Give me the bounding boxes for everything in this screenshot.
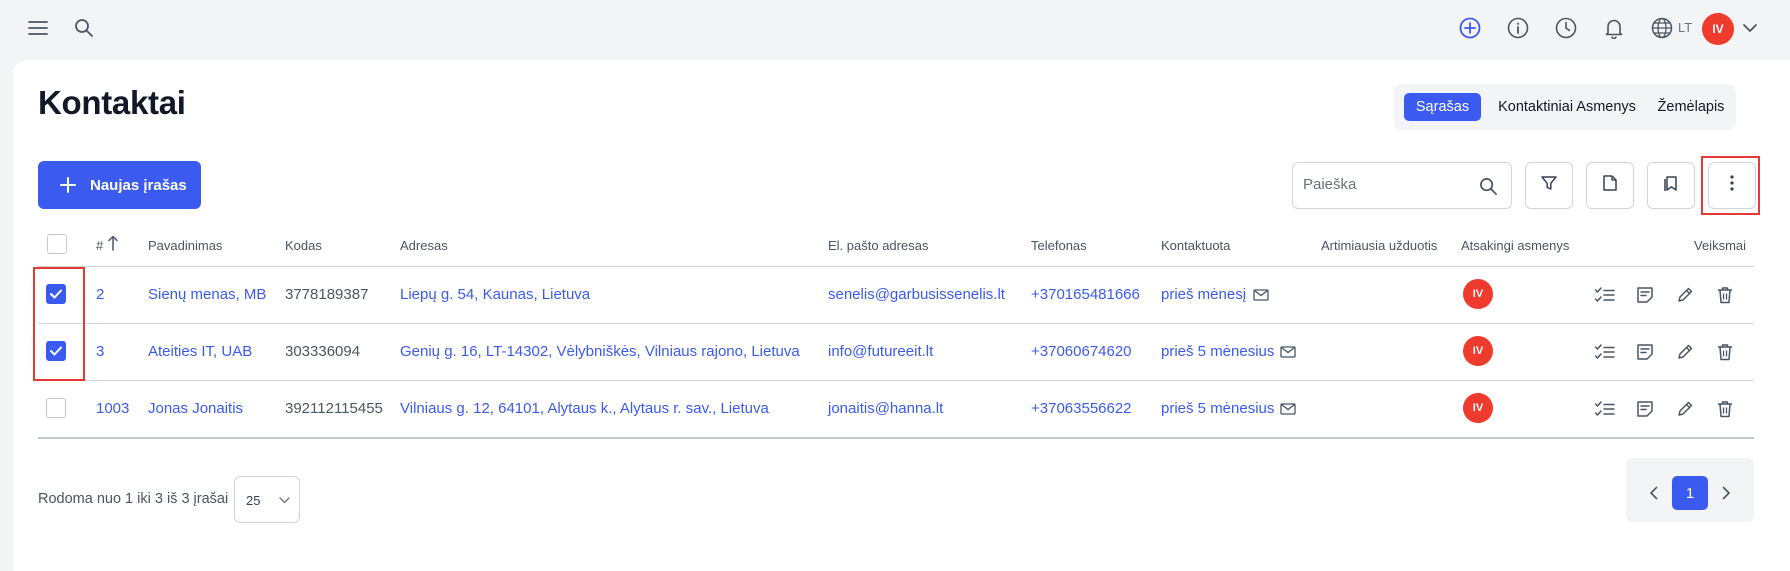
mail-icon xyxy=(1279,344,1297,360)
page-button-current[interactable]: 1 xyxy=(1672,476,1708,510)
bell-icon[interactable] xyxy=(1602,16,1626,40)
row-phone[interactable]: +37063556622 xyxy=(1031,400,1132,417)
edit-icon[interactable] xyxy=(1674,398,1696,420)
menu-icon[interactable] xyxy=(26,16,50,40)
document-icon xyxy=(1602,174,1618,197)
owner-avatar[interactable]: IV xyxy=(1463,336,1493,366)
tab-zemelapis[interactable]: Žemėlapis xyxy=(1655,93,1727,121)
row-email[interactable]: senelis@garbusissenelis.lt xyxy=(828,286,1005,303)
row-name[interactable]: Ateities IT, UAB xyxy=(148,343,252,360)
row-id[interactable]: 2 xyxy=(96,286,104,303)
delete-icon[interactable] xyxy=(1714,398,1736,420)
sort-ascending-icon[interactable] xyxy=(107,234,119,252)
row-phone[interactable]: +370165481666 xyxy=(1031,286,1140,303)
owner-avatar[interactable]: IV xyxy=(1463,279,1493,309)
column-header-next-task[interactable]: Artimiausia užduotis xyxy=(1321,238,1437,253)
chevron-down-icon xyxy=(277,493,291,507)
per-page-value: 25 xyxy=(246,493,261,508)
tab-kontaktiniai-asmenys[interactable]: Kontaktiniai Asmenys xyxy=(1487,93,1647,121)
per-page-select[interactable]: 25 xyxy=(234,476,300,523)
new-record-button[interactable]: Naujas įrašas xyxy=(38,161,201,209)
note-icon[interactable] xyxy=(1634,341,1656,363)
select-all-checkbox[interactable] xyxy=(47,234,67,254)
row-id[interactable]: 1003 xyxy=(96,400,129,417)
bookmark-button[interactable] xyxy=(1647,162,1695,209)
edit-icon[interactable] xyxy=(1674,341,1696,363)
row-address[interactable]: Genių g. 16, LT-14302, Vėlybniškės, Viln… xyxy=(400,343,800,360)
language-label[interactable]: LT xyxy=(1678,20,1692,35)
search-field[interactable] xyxy=(1292,162,1512,209)
tasks-icon[interactable] xyxy=(1594,284,1616,306)
row-phone[interactable]: +37060674620 xyxy=(1031,343,1132,360)
row-email[interactable]: jonaitis@hanna.lt xyxy=(828,400,943,417)
pagination-summary: Rodoma nuo 1 iki 3 iš 3 įrašai xyxy=(38,491,229,507)
column-header-phone[interactable]: Telefonas xyxy=(1031,238,1087,253)
highlight-more-button xyxy=(1701,156,1760,215)
row-id[interactable]: 3 xyxy=(96,343,104,360)
column-header-id[interactable]: # xyxy=(96,238,103,253)
row-checkbox[interactable] xyxy=(46,398,66,418)
column-header-owners[interactable]: Atsakingi asmenys xyxy=(1461,238,1569,253)
note-icon[interactable] xyxy=(1634,284,1656,306)
tasks-icon[interactable] xyxy=(1594,398,1616,420)
column-header-email[interactable]: El. pašto adresas xyxy=(828,238,928,253)
user-avatar[interactable]: IV xyxy=(1702,13,1734,45)
info-icon[interactable] xyxy=(1506,16,1530,40)
mail-icon xyxy=(1252,287,1270,303)
owner-avatar[interactable]: IV xyxy=(1463,393,1493,423)
header-divider xyxy=(38,266,1754,267)
column-header-contacted[interactable]: Kontaktuota xyxy=(1161,238,1230,253)
search-input[interactable] xyxy=(1303,176,1463,193)
delete-icon[interactable] xyxy=(1714,284,1736,306)
column-header-code[interactable]: Kodas xyxy=(285,238,322,253)
row-address[interactable]: Liepų g. 54, Kaunas, Lietuva xyxy=(400,286,590,303)
page-title: Kontaktai xyxy=(38,84,186,121)
row-code: 392112115455 xyxy=(285,400,383,417)
chevron-down-icon[interactable] xyxy=(1740,18,1760,38)
tasks-icon[interactable] xyxy=(1594,341,1616,363)
row-name[interactable]: Sienų menas, MB xyxy=(148,286,266,303)
new-record-label: Naujas įrašas xyxy=(90,176,187,194)
chevron-left-icon[interactable] xyxy=(1644,484,1662,502)
column-header-address[interactable]: Adresas xyxy=(400,238,448,253)
plus-icon xyxy=(60,177,76,193)
add-circle-icon[interactable] xyxy=(1458,16,1482,40)
row-name[interactable]: Jonas Jonaitis xyxy=(148,400,243,417)
row-code: 3778189387 xyxy=(285,286,369,303)
top-bar: LT IV xyxy=(0,0,1790,56)
tab-sarasas[interactable]: Sąrašas xyxy=(1404,93,1481,121)
history-icon[interactable] xyxy=(1554,16,1578,40)
row-email[interactable]: info@futureeit.lt xyxy=(828,343,933,360)
row-contacted[interactable]: prieš 5 mėnesius xyxy=(1161,343,1274,360)
row-divider xyxy=(38,323,1754,324)
filter-button[interactable] xyxy=(1525,162,1573,209)
table-bottom-divider xyxy=(38,437,1754,439)
edit-icon[interactable] xyxy=(1674,284,1696,306)
note-icon[interactable] xyxy=(1634,398,1656,420)
delete-icon[interactable] xyxy=(1714,341,1736,363)
highlight-selected-rows xyxy=(33,267,85,381)
row-address[interactable]: Vilniaus g. 12, 64101, Alytaus k., Alyta… xyxy=(400,400,769,417)
chevron-right-icon[interactable] xyxy=(1717,484,1735,502)
column-header-name[interactable]: Pavadinimas xyxy=(148,238,222,253)
bookmark-icon xyxy=(1662,174,1680,197)
filter-icon xyxy=(1540,174,1558,197)
row-divider xyxy=(38,380,1754,381)
row-contacted[interactable]: prieš mėnesį xyxy=(1161,286,1246,303)
search-icon[interactable] xyxy=(1477,175,1499,197)
row-code: 303336094 xyxy=(285,343,361,360)
globe-icon[interactable] xyxy=(1650,16,1674,40)
mail-icon xyxy=(1279,401,1297,417)
search-icon[interactable] xyxy=(72,16,96,40)
row-contacted[interactable]: prieš 5 mėnesius xyxy=(1161,400,1274,417)
column-header-actions: Veiksmai xyxy=(1694,238,1747,253)
document-button[interactable] xyxy=(1586,162,1634,209)
